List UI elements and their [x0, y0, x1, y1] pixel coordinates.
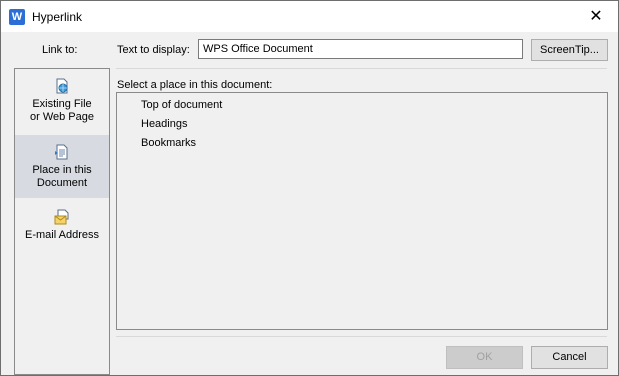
title-bar: W Hyperlink ✕: [1, 1, 618, 32]
place-tree[interactable]: Top of document Headings Bookmarks: [116, 92, 608, 330]
divider: [116, 68, 607, 69]
existing-file-label-1: Existing File: [32, 98, 92, 110]
link-to-place-in-document[interactable]: Place in this Document: [15, 135, 109, 198]
ok-button[interactable]: OK: [446, 346, 523, 369]
web-page-icon: [56, 78, 68, 94]
place-in-document-label-2: Document: [36, 177, 88, 189]
text-to-display-label: Text to display:: [117, 44, 190, 56]
existing-file-label-2: or Web Page: [29, 111, 94, 123]
hyperlink-dialog: W Hyperlink ✕ Link to: Text to display: …: [0, 0, 619, 376]
link-to-sidebar: Existing File or Web Page Place in this …: [14, 68, 110, 375]
dialog-title: Hyperlink: [32, 10, 83, 24]
tree-item-top-of-document[interactable]: Top of document: [141, 98, 222, 112]
link-to-label: Link to:: [42, 44, 78, 56]
place-in-document-label-1: Place in this: [32, 164, 92, 176]
screentip-button[interactable]: ScreenTip...: [531, 39, 608, 61]
cancel-button[interactable]: Cancel: [531, 346, 608, 369]
email-icon: [54, 209, 69, 225]
tree-item-headings[interactable]: Headings: [141, 117, 187, 131]
divider: [116, 336, 607, 337]
tree-item-bookmarks[interactable]: Bookmarks: [141, 136, 196, 150]
link-to-email-address[interactable]: E-mail Address: [15, 209, 109, 254]
select-place-label: Select a place in this document:: [117, 79, 273, 91]
link-to-existing-file[interactable]: Existing File or Web Page: [15, 78, 109, 136]
email-address-label: E-mail Address: [25, 229, 99, 241]
close-button[interactable]: ✕: [574, 1, 618, 32]
text-to-display-input[interactable]: [198, 39, 523, 59]
wps-writer-icon: W: [9, 9, 25, 25]
document-place-icon: [55, 144, 68, 160]
